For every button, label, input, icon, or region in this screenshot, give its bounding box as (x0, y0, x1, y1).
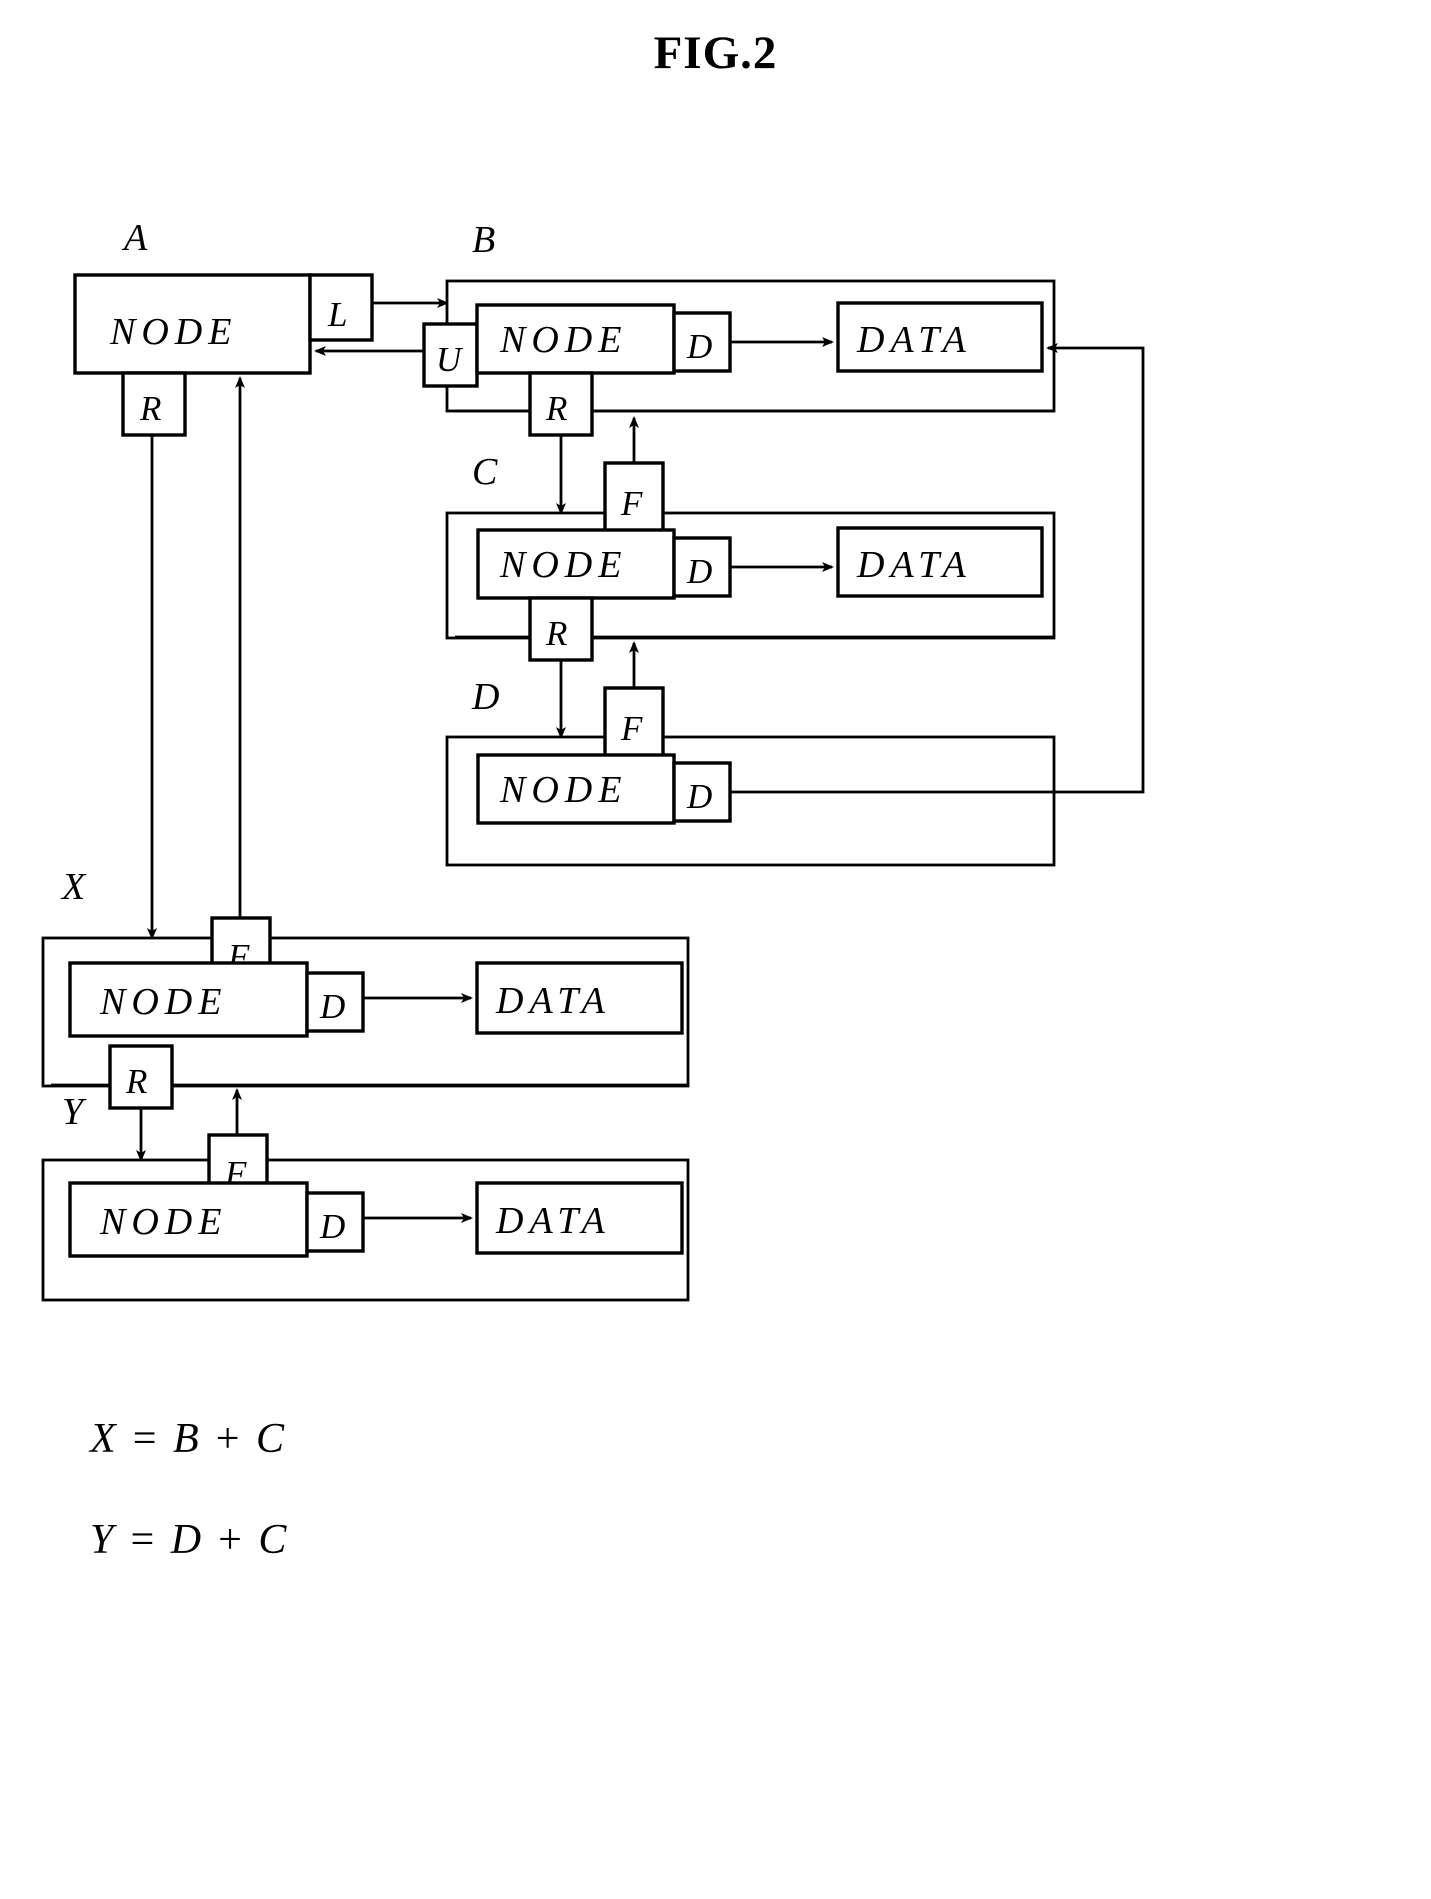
block-diagram: A NODE L R B U NODE D DATA R C F NODE D … (41, 217, 1145, 1563)
node-x-port-r-label: R (125, 1062, 147, 1101)
group-c: C F NODE D DATA R (445, 451, 1056, 662)
node-d-port-f-label: F (620, 709, 643, 748)
group-y-label: Y (62, 1091, 87, 1133)
node-x-port-d-label: D (319, 987, 345, 1026)
group-d: D F NODE D (445, 676, 1056, 867)
group-a-label: A (121, 217, 148, 259)
node-y-label: NODE (99, 1201, 227, 1243)
node-c-port-r-label: R (545, 614, 567, 653)
equation-x: X = B + C (88, 1416, 286, 1462)
data-x-label: DATA (495, 980, 611, 1022)
node-a-port-l-label: L (327, 295, 347, 334)
node-c-label: NODE (499, 544, 627, 586)
node-d-label: NODE (499, 769, 627, 811)
equation-y: Y = D + C (90, 1517, 288, 1563)
node-a-port-r-label: R (139, 389, 161, 428)
group-x: X F NODE D DATA R (41, 866, 690, 1110)
node-a-label: NODE (109, 311, 237, 353)
group-d-label: D (471, 676, 499, 718)
node-b-port-u-label: U (436, 340, 464, 379)
node-d-port-d-label: D (686, 777, 712, 816)
node-y-port-d-label: D (319, 1207, 345, 1246)
node-b-port-d-label: D (686, 327, 712, 366)
node-b-port-r-label: R (545, 389, 567, 428)
group-a: A NODE L R (73, 217, 374, 437)
group-c-label: C (472, 451, 498, 493)
group-b-label: B (472, 219, 495, 261)
data-y-label: DATA (495, 1200, 611, 1242)
data-b-label: DATA (856, 319, 972, 361)
node-b-label: NODE (499, 319, 627, 361)
figure-page: FIG.2 A NODE L R B U NODE D DATA R C F N… (0, 0, 1431, 1899)
node-c-port-f-label: F (620, 484, 643, 523)
data-c-label: DATA (856, 544, 972, 586)
group-x-label: X (60, 866, 87, 908)
node-x-label: NODE (99, 981, 227, 1023)
node-c-port-d-label: D (686, 552, 712, 591)
group-b: B U NODE D DATA R (422, 219, 1056, 437)
